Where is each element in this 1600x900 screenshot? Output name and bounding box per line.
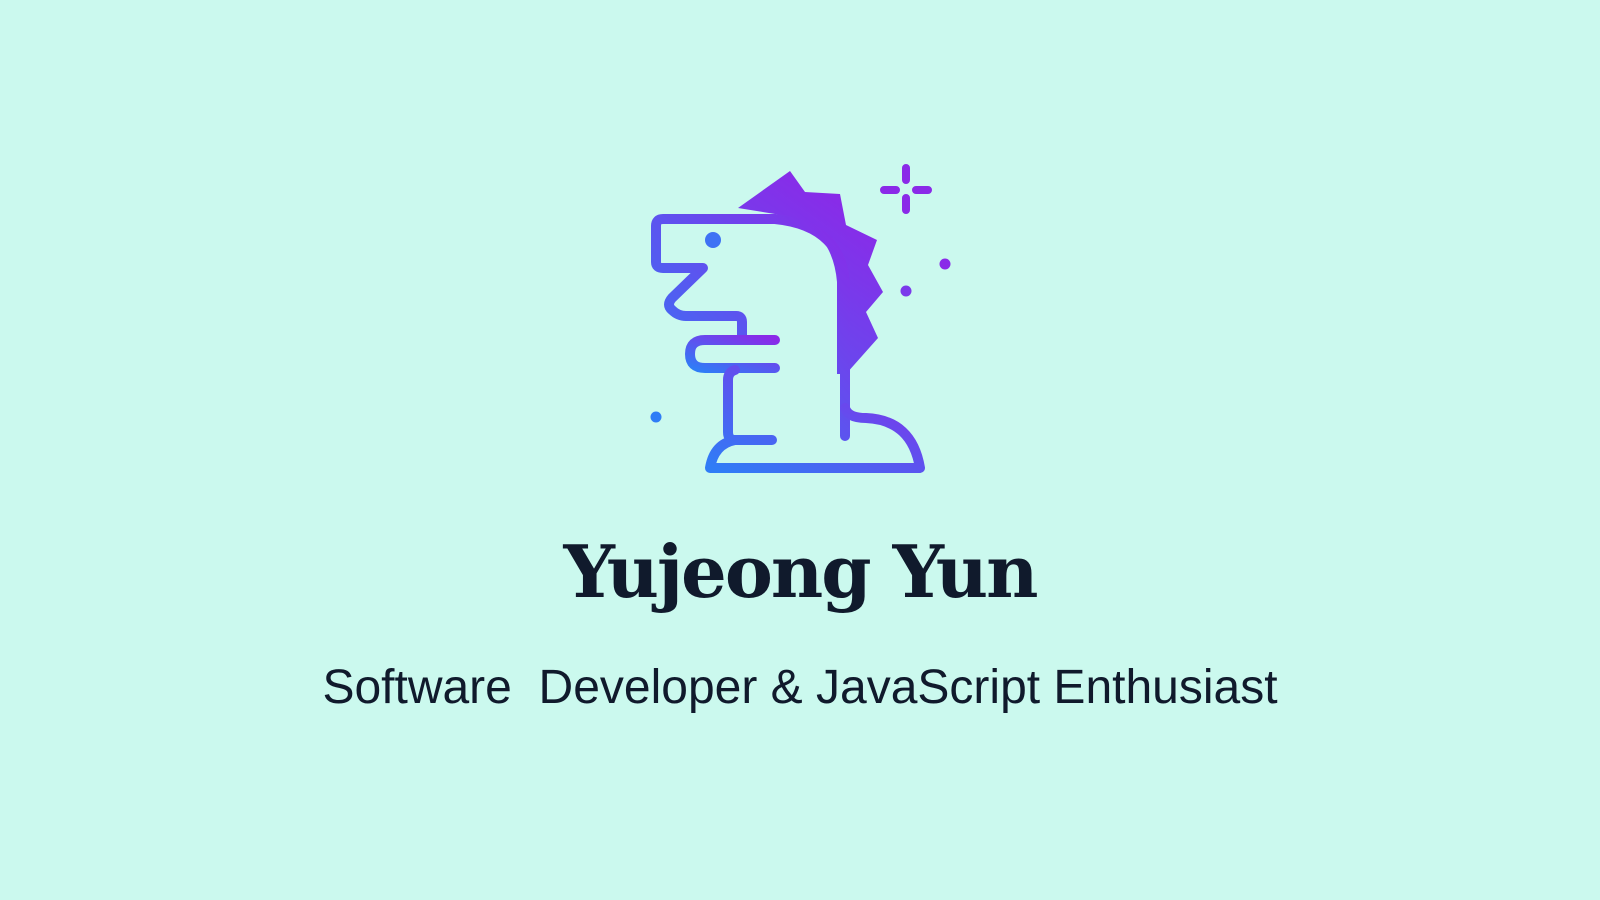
dinosaur-mascot-icon	[650, 164, 951, 473]
sparkle-icon	[880, 164, 932, 214]
profile-tagline: Software Developer & JavaScript Enthusia…	[322, 661, 1278, 714]
logo	[630, 158, 960, 478]
hero-section: Yujeong Yun Software Developer & JavaScr…	[0, 0, 1600, 900]
dot-icon	[939, 258, 951, 270]
dino-base	[705, 365, 925, 473]
profile-name: Yujeong Yun	[563, 529, 1039, 614]
dot-icon	[900, 285, 912, 297]
dot-icon	[650, 411, 662, 423]
dino-arm	[685, 335, 780, 373]
dino-eye	[705, 232, 721, 248]
dino-body	[651, 214, 850, 441]
